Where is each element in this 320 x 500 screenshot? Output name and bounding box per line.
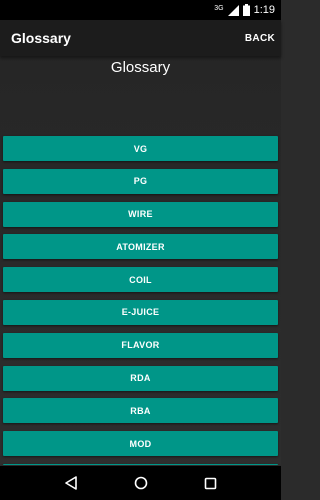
status-time: 1:19 [253,4,275,16]
status-icons: 3G [214,4,250,16]
term-button-rda[interactable]: RDA [3,365,278,391]
term-button-atomizer[interactable]: ATOMIZER [3,234,278,260]
term-button-pg[interactable]: PG [3,168,278,194]
home-icon[interactable] [134,476,148,490]
back-icon[interactable] [64,476,78,490]
glossary-content: Glossary VG PG WIRE ATOMIZER COIL E-JUIC… [0,56,281,465]
term-button-partial[interactable] [3,463,278,465]
term-button-rba[interactable]: RBA [3,398,278,424]
page-heading: Glossary [110,59,171,76]
status-bar: 3G 1:19 [0,0,281,20]
network-type-label: 3G [214,4,224,12]
term-button-coil[interactable]: COIL [3,267,278,293]
term-button-e-juice[interactable]: E-JUICE [3,299,278,325]
recents-icon[interactable] [204,477,217,490]
battery-icon [242,4,250,16]
term-list: VG PG WIRE ATOMIZER COIL E-JUICE FLAVOR … [3,136,278,465]
term-button-wire[interactable]: WIRE [3,201,278,227]
signal-icon [227,4,239,16]
navigation-bar [0,466,281,500]
term-button-flavor[interactable]: FLAVOR [3,332,278,358]
term-button-mod[interactable]: MOD [3,431,278,457]
term-button-vg[interactable]: VG [3,136,278,161]
network-3g-icon: 3G [214,5,223,12]
app-bar-title: Glossary [11,30,71,46]
back-button[interactable]: BACK [245,33,275,44]
app-bar: Glossary BACK [0,20,281,56]
